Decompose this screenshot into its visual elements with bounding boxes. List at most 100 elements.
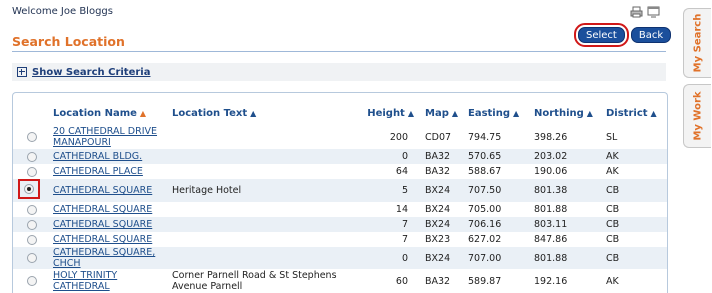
table-row[interactable]: CATHEDRAL SQUARE 7 BX24 706.16 803.11 CB [13, 217, 667, 232]
height-cell: 14 [395, 204, 408, 215]
sort-icon: ▲ [407, 108, 414, 118]
location-name-link[interactable]: CATHEDRAL BLDG. [53, 151, 142, 162]
easting-cell: 705.00 [468, 204, 502, 215]
northing-cell: 801.88 [534, 204, 568, 215]
table-row[interactable]: CATHEDRAL SQUARE, CHCH 0 BX24 707.00 801.88 C… [13, 247, 667, 269]
print-icon[interactable] [630, 6, 643, 18]
northing-cell: 190.06 [534, 166, 568, 177]
table-row[interactable]: CATHEDRAL PLACE 64 BA32 588.67 190.06 AK [13, 164, 667, 179]
district-cell: CB [600, 217, 667, 232]
map-cell: CD07 [425, 131, 452, 143]
side-tabs: My Search My Work [683, 0, 712, 292]
height-cell: 0 [347, 247, 414, 269]
district-cell: CB [606, 204, 620, 215]
row-radio[interactable] [27, 132, 37, 142]
district-cell: CB [606, 234, 620, 245]
location-text-cell [172, 202, 347, 217]
select-button[interactable]: Select [574, 23, 629, 47]
northing-cell: 203.02 [525, 149, 600, 164]
location-name-link[interactable]: HOLY TRINITY CATHEDRAL [53, 270, 117, 292]
district-cell: AK [600, 149, 667, 164]
table-row[interactable]: 20 CATHEDRAL DRIVE MANAPOURI 200 CD07 794.7… [13, 125, 667, 149]
sort-icon: ▲ [650, 108, 657, 118]
page-title: Search Location [12, 34, 125, 49]
map-cell: BX24 [414, 217, 459, 232]
expand-icon[interactable] [17, 67, 27, 77]
northing-cell: 801.38 [525, 179, 600, 202]
column-header-district[interactable]: District ▲ [600, 101, 667, 125]
welcome-text: Welcome Joe Bloggs [12, 6, 113, 17]
easting-cell: 589.87 [468, 275, 502, 287]
row-radio[interactable] [24, 184, 34, 194]
column-header-northing[interactable]: Northing ▲ [525, 101, 600, 125]
easting-cell: 794.75 [468, 131, 502, 143]
table-header-row: Location Name ▲ Location Text ▲ Height ▲ Ma… [13, 101, 667, 125]
map-cell: BX24 [414, 179, 459, 202]
location-text-cell [172, 217, 347, 232]
location-text-cell: Corner Parnell Road & St Stephens Avenue… [172, 270, 337, 292]
location-text-cell [172, 125, 347, 149]
results-table: Location Name ▲ Location Text ▲ Height ▲ Ma… [13, 101, 667, 293]
row-radio[interactable] [27, 276, 37, 286]
height-cell: 200 [389, 131, 408, 143]
easting-cell: 588.67 [468, 166, 502, 177]
column-header-easting[interactable]: Easting ▲ [459, 101, 525, 125]
height-cell: 7 [401, 234, 408, 245]
location-name-link[interactable]: CATHEDRAL PLACE [53, 166, 143, 177]
table-row[interactable]: HOLY TRINITY CATHEDRAL Corner Parnell Roa… [13, 269, 667, 293]
title-divider [12, 51, 666, 52]
table-row[interactable]: CATHEDRAL SQUARE Heritage Hotel 5 BX24 707.5… [13, 179, 667, 202]
northing-cell: 847.86 [534, 234, 568, 245]
column-header-height[interactable]: Height ▲ [347, 101, 414, 125]
northing-cell: 398.26 [534, 131, 568, 143]
map-cell: BA32 [414, 149, 459, 164]
table-row[interactable]: CATHEDRAL BLDG. 0 BA32 570.65 203.02 AK [13, 149, 667, 164]
row-radio[interactable] [27, 234, 37, 245]
district-cell: AK [606, 275, 619, 287]
location-text-cell: Heritage Hotel [172, 179, 347, 202]
table-row[interactable]: CATHEDRAL SQUARE 7 BX23 627.02 847.86 CB [13, 232, 667, 247]
selected-radio-highlight [18, 179, 40, 199]
row-radio[interactable] [27, 151, 37, 162]
tab-my-search[interactable]: My Search [683, 8, 711, 78]
map-cell: BX23 [425, 234, 451, 245]
back-button[interactable]: Back [630, 27, 672, 43]
row-radio[interactable] [27, 253, 37, 263]
district-cell: SL [606, 131, 618, 143]
easting-cell: 707.50 [459, 179, 525, 202]
search-criteria-bar: Show Search Criteria [12, 63, 666, 81]
row-radio[interactable] [27, 166, 37, 177]
column-header-location-text[interactable]: Location Text ▲ [172, 101, 347, 125]
location-name-link[interactable]: CATHEDRAL SQUARE [53, 234, 152, 245]
row-radio[interactable] [27, 219, 37, 230]
location-name-link[interactable]: CATHEDRAL SQUARE [53, 219, 152, 230]
district-cell: AK [606, 166, 619, 177]
location-name-link[interactable]: 20 CATHEDRAL DRIVE MANAPOURI [53, 126, 157, 148]
location-text-cell [172, 149, 347, 164]
map-cell: BA32 [425, 275, 451, 287]
location-name-link[interactable]: CATHEDRAL SQUARE [53, 204, 152, 215]
map-cell: BX24 [414, 247, 459, 269]
window-icon[interactable] [647, 6, 660, 18]
location-text-cell [172, 164, 347, 179]
easting-cell: 627.02 [468, 234, 502, 245]
show-search-criteria-link[interactable]: Show Search Criteria [32, 67, 150, 78]
column-header-map[interactable]: Map ▲ [414, 101, 459, 125]
location-text-cell [172, 247, 347, 269]
height-cell: 5 [347, 179, 414, 202]
row-radio[interactable] [27, 204, 37, 215]
location-name-link[interactable]: CATHEDRAL SQUARE [53, 185, 152, 196]
tab-my-work[interactable]: My Work [683, 84, 711, 148]
map-cell: BX24 [425, 204, 451, 215]
column-header-location-name[interactable]: Location Name ▲ [53, 101, 172, 125]
easting-cell: 706.16 [459, 217, 525, 232]
district-cell: CB [600, 247, 667, 269]
height-cell: 60 [395, 275, 408, 287]
sort-icon: ▲ [513, 108, 520, 118]
sort-icon: ▲ [451, 108, 459, 118]
table-row[interactable]: CATHEDRAL SQUARE 14 BX24 705.00 801.88 CB [13, 202, 667, 217]
location-text-cell [172, 232, 347, 247]
results-panel: Location Name ▲ Location Text ▲ Height ▲ Ma… [12, 92, 668, 293]
location-name-link[interactable]: CATHEDRAL SQUARE, CHCH [53, 247, 155, 269]
tab-my-search-label: My Search [692, 13, 703, 73]
